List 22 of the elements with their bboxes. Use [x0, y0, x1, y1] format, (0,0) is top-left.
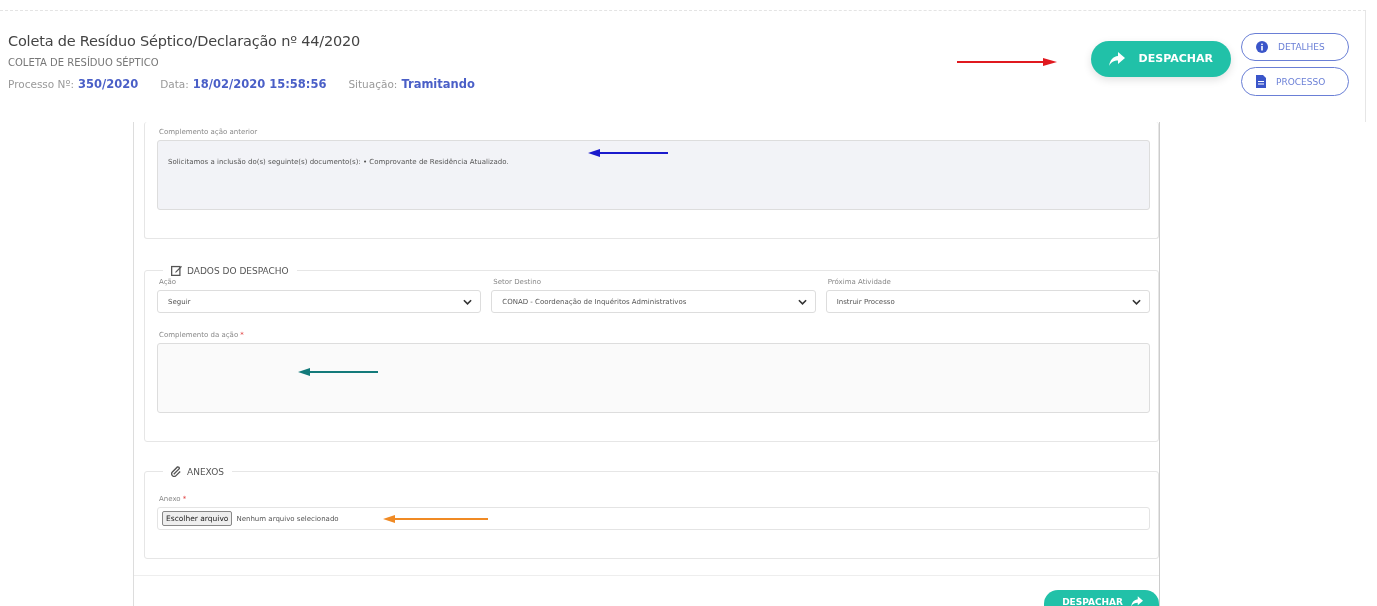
edit-icon [171, 265, 182, 276]
meta-value: 18/02/2020 15:58:56 [192, 77, 327, 91]
section-legend: ANEXOS [163, 466, 232, 477]
chevron-down-icon [1132, 298, 1141, 305]
section-legend: DADOS DO DESPACHO [163, 265, 297, 276]
action-complement-textarea[interactable] [157, 343, 1150, 413]
process-button[interactable]: PROCESSO [1241, 67, 1349, 96]
document-icon [1256, 75, 1266, 88]
meta-label: Situação: [348, 78, 398, 90]
meta-label: Data: [160, 78, 189, 90]
meta-value: Tramitando [401, 77, 475, 91]
share-arrow-icon [1108, 51, 1125, 66]
share-arrow-icon [1131, 596, 1143, 606]
chevron-down-icon [797, 298, 807, 305]
page-title: Coleta de Resíduo Séptico/Declaração nº 44/2020 [8, 33, 362, 49]
meta-label: Processo Nº: [8, 78, 74, 90]
chevron-down-icon [463, 298, 473, 305]
info-icon [1256, 41, 1268, 53]
paperclip-icon [171, 466, 182, 477]
meta-value: 350/2020 [77, 77, 139, 91]
details-button[interactable]: DETALHES [1241, 33, 1349, 61]
page-subtitle: COLETA DE RESÍDUO SÉPTICO [8, 57, 160, 68]
